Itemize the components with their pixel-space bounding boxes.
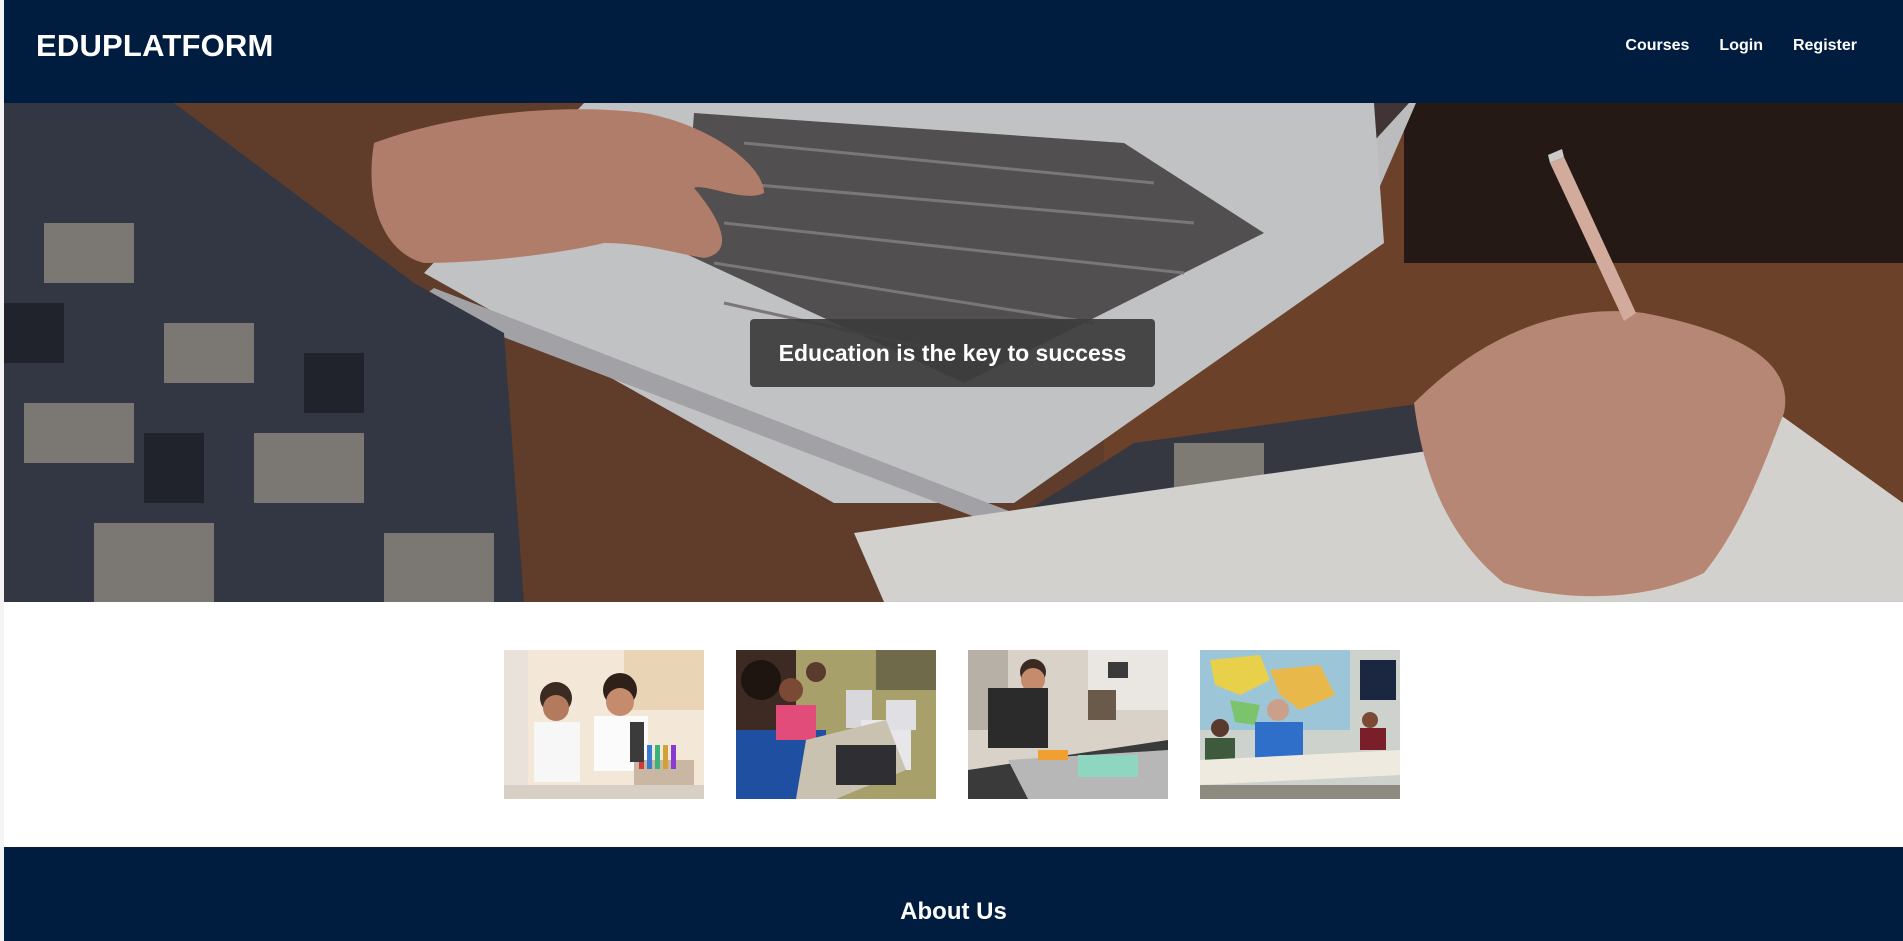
nav-register[interactable]: Register xyxy=(1793,37,1857,55)
gallery-image-classroom[interactable] xyxy=(1200,650,1400,799)
nav-courses[interactable]: Courses xyxy=(1625,37,1689,55)
lab-students-image xyxy=(504,650,704,799)
hero-caption: Education is the key to success xyxy=(750,319,1155,387)
site-footer: About Us xyxy=(4,847,1903,941)
gallery-image-lab[interactable] xyxy=(504,650,704,799)
gallery-image-laptops[interactable] xyxy=(736,650,936,799)
gallery-image-workshop[interactable] xyxy=(968,650,1168,799)
laptop-classroom-image xyxy=(736,650,936,799)
workshop-student-image xyxy=(968,650,1168,799)
page: EDUPLATFORM Courses Login Register Educa… xyxy=(4,0,1903,941)
about-us-heading: About Us xyxy=(900,898,1007,925)
nav-login[interactable]: Login xyxy=(1719,37,1763,55)
brand-logo[interactable]: EDUPLATFORM xyxy=(36,28,274,64)
main-nav: Courses Login Register xyxy=(1625,37,1857,55)
hero-banner: Education is the key to success xyxy=(4,103,1903,602)
site-header: EDUPLATFORM Courses Login Register xyxy=(4,0,1903,103)
classroom-map-image xyxy=(1200,650,1400,799)
